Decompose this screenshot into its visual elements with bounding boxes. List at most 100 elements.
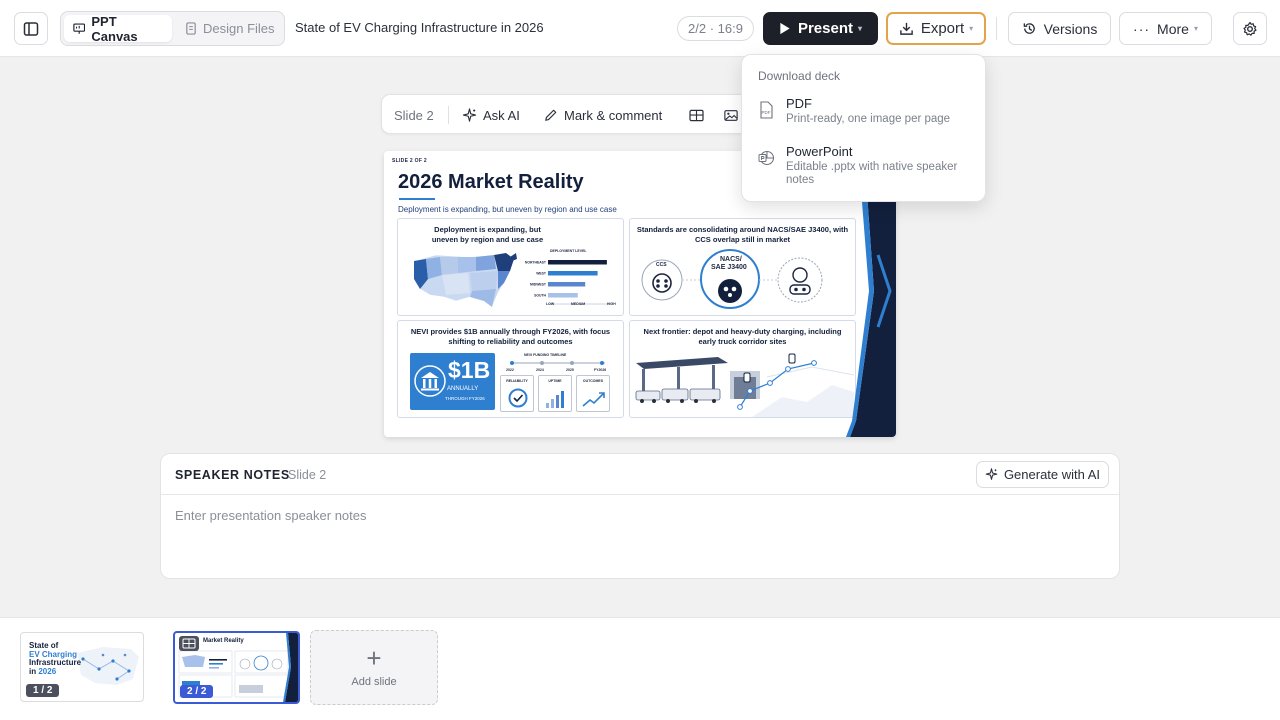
thumbnail-map-graphic (77, 647, 139, 685)
timeline-year: 2025 (566, 368, 574, 372)
toolbar-divider (996, 17, 997, 40)
powerpoint-icon (758, 150, 774, 166)
add-slide-label: Add slide (351, 676, 397, 688)
more-button[interactable]: ··· More ▾ (1119, 12, 1212, 45)
mark-comment-button[interactable]: Mark & comment (544, 95, 662, 135)
page-indicator: 2/2 · 16:9 (677, 16, 754, 41)
speaker-notes-slide-label: Slide 2 (288, 468, 327, 482)
export-option-label: PDF (786, 96, 812, 111)
thumbnail-title: Market Reality (203, 638, 244, 644)
export-powerpoint-option[interactable]: PowerPoint Editable .pptx with native sp… (742, 144, 987, 192)
tab-ppt-canvas[interactable]: PPT Canvas (64, 13, 172, 44)
axis-medium: MEDIUM (571, 302, 586, 306)
export-option-description: Editable .pptx with native speaker notes (786, 161, 958, 186)
speaker-notes-input[interactable] (175, 508, 1095, 568)
deployment-bar (548, 260, 607, 265)
metric-card: RELIABILITY (500, 375, 534, 412)
versions-button[interactable]: Versions (1008, 12, 1111, 45)
settings-button[interactable] (1233, 12, 1267, 45)
download-icon (899, 22, 913, 35)
layout-icon (689, 109, 704, 121)
deployment-bar-chart: NORTHEAST WEST MIDWEST SOUTH (525, 260, 610, 305)
toolbar-divider (448, 106, 449, 124)
export-option-description: Print-ready, one image per page (786, 113, 951, 125)
present-button[interactable]: Present ▾ (763, 12, 878, 45)
depot-panel: Next frontier: depot and heavy-duty char… (629, 320, 856, 418)
ask-ai-button[interactable]: Ask AI (462, 95, 520, 135)
thumbnail-year: 2026 (38, 666, 57, 676)
slide-number-badge: 2 / 2 (180, 685, 214, 698)
funding-callout: $1B ANNUALLY THROUGH FY2026 (410, 353, 495, 410)
add-slide-button[interactable]: + Add slide (310, 630, 438, 705)
panel-title: Deployment is expanding, but uneven by r… (431, 225, 544, 244)
depot-charging-illustration (635, 353, 854, 417)
speaker-notes-header: SPEAKER NOTES Slide 2 Generate with AI (161, 454, 1119, 495)
nacs-label-line1: NACS/ (720, 256, 742, 263)
export-label: Export (920, 20, 965, 37)
ellipsis-icon: ··· (1133, 20, 1151, 37)
document-title[interactable]: State of EV Charging Infrastructure in 2… (295, 20, 544, 35)
metric-label: UPTIME (548, 379, 562, 383)
plus-icon: + (366, 643, 382, 673)
trend-up-icon (582, 392, 605, 407)
ccs-label: CCS (656, 262, 667, 268)
bar-label: SOUTH (534, 294, 546, 298)
speaker-notes-title: SPEAKER NOTES (175, 468, 290, 482)
tab-design-files[interactable]: Design Files (176, 15, 284, 42)
funding-label-2: THROUGH FY2026 (445, 396, 485, 401)
bar-label: NORTHEAST (525, 261, 547, 265)
sparkle-icon (462, 107, 477, 122)
check-gauge-icon (508, 388, 528, 408)
deployment-bar (548, 282, 586, 287)
more-label: More (1157, 20, 1189, 37)
bank-icon (414, 365, 446, 397)
slide-kicker: SLIDE 2 OF 2 (392, 158, 427, 164)
slide-filmstrip: State of EV Charging Infrastructure in 2… (0, 617, 1280, 720)
toggle-sidebar-button[interactable] (14, 12, 48, 45)
metric-label: OUTCOMES (582, 379, 604, 383)
slide-title: 2026 Market Reality (398, 171, 584, 193)
pdf-icon-text: PDF (762, 110, 771, 115)
panel-title: NEVI provides $1B annually through FY202… (410, 327, 611, 346)
axis-low: LOW (546, 302, 555, 306)
layout-overlay-icon (179, 636, 199, 651)
deployment-bar (548, 293, 578, 298)
history-icon (1023, 23, 1035, 34)
title-rule (399, 198, 435, 200)
slide-subtitle: Deployment is expanding, but uneven by r… (398, 205, 617, 214)
sidebar-icon (23, 21, 39, 36)
image-button[interactable] (724, 95, 738, 135)
export-option-label: PowerPoint (786, 144, 853, 159)
pencil-icon (545, 109, 557, 121)
deployment-bar (548, 271, 598, 276)
generate-with-ai-button[interactable]: Generate with AI (976, 461, 1109, 488)
chevron-down-icon: ▾ (858, 24, 863, 33)
panel-title: Standards are consolidating around NACS/… (636, 225, 849, 244)
sparkle-icon (985, 468, 998, 480)
image-icon (724, 109, 738, 121)
funding-amount: $1B (448, 357, 491, 383)
metric-card: UPTIME (538, 375, 572, 412)
tab-ppt-canvas-label: PPT Canvas (91, 13, 138, 44)
export-menu-heading: Download deck (758, 69, 841, 83)
presentation-icon (73, 23, 86, 34)
export-pdf-option[interactable]: PDF PDF Print-ready, one image per page (742, 96, 987, 144)
funding-label-1: ANNUALLY (447, 386, 479, 392)
timeline-year: 2022 (506, 368, 514, 372)
export-menu: Download deck PDF PDF Print-ready, one i… (741, 54, 986, 202)
thumbnail-title: State of EV Charging Infrastructure in 2… (29, 641, 81, 676)
standards-panel: Standards are consolidating around NACS/… (629, 218, 856, 316)
view-switcher: PPT Canvas Design Files (60, 11, 285, 46)
timeline-year: FY2026 (594, 368, 607, 372)
ask-ai-label: Ask AI (483, 107, 520, 123)
layout-button[interactable] (689, 95, 704, 135)
bars-icon (546, 391, 564, 408)
top-bar: PPT Canvas Design Files State of EV Char… (0, 0, 1280, 57)
deployment-panel: Deployment is expanding, but uneven by r… (397, 218, 624, 316)
gear-icon (1243, 21, 1257, 36)
slide-thumbnail-selected[interactable]: Market Reality 2 / 2 (173, 631, 300, 704)
pdf-file-icon: PDF (760, 101, 773, 119)
connector-standards-graphic (641, 249, 823, 309)
export-button[interactable]: Export ▾ (886, 12, 986, 45)
slide-thumbnail[interactable]: State of EV Charging Infrastructure in 2… (20, 632, 144, 702)
